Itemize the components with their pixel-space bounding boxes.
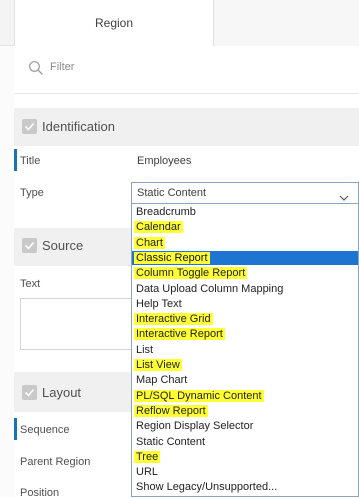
- filter-input[interactable]: Filter: [50, 61, 74, 73]
- dropdown-option[interactable]: Interactive Report: [134, 327, 225, 341]
- dropdown-option[interactable]: Region Display Selector: [136, 419, 253, 433]
- dropdown-option[interactable]: URL: [136, 465, 158, 479]
- dropdown-option-label: Interactive Grid: [134, 313, 213, 326]
- dropdown-option-label: Region Display Selector: [136, 420, 254, 433]
- tab-empty: [215, 0, 359, 46]
- dropdown-option[interactable]: List View: [134, 358, 182, 372]
- dropdown-option[interactable]: Tree: [134, 450, 161, 464]
- dropdown-option[interactable]: Map Chart: [136, 373, 187, 387]
- divider: [14, 93, 359, 94]
- group-source-label: Source: [42, 238, 84, 253]
- dropdown-option-label: Reflow Report: [134, 404, 208, 417]
- dropdown-option[interactable]: Classic Report: [132, 250, 358, 265]
- dropdown-option-label: Column Toggle Report: [134, 267, 248, 280]
- text-label: Text: [20, 278, 41, 290]
- collapse-checkbox-icon[interactable]: [22, 238, 37, 253]
- dropdown-option[interactable]: List: [136, 343, 153, 357]
- search-icon: [28, 60, 44, 76]
- dropdown-option-label: Classic Report: [134, 251, 210, 264]
- dropdown-option-label: Map Chart: [136, 374, 188, 387]
- active-indicator: [14, 149, 17, 171]
- sequence-label: Sequence: [20, 424, 70, 436]
- dropdown-option[interactable]: Reflow Report: [134, 404, 208, 418]
- group-identification-label: Identification: [42, 119, 115, 134]
- dropdown-option[interactable]: Calendar: [134, 220, 183, 234]
- left-gutter: [0, 46, 14, 497]
- dropdown-option-label: List View: [134, 359, 182, 371]
- dropdown-option[interactable]: PL/SQL Dynamic Content: [134, 389, 264, 403]
- position-label: Position: [20, 487, 60, 499]
- type-label: Type: [20, 187, 44, 199]
- dropdown-option-label: URL: [136, 466, 159, 479]
- type-dropdown-list[interactable]: Breadcrumb Calendar Chart Classic Report Col…: [131, 204, 359, 497]
- title-label: Title: [20, 155, 41, 167]
- dropdown-option[interactable]: Column Toggle Report: [134, 266, 248, 280]
- dropdown-option[interactable]: Show Legacy/Unsupported...: [136, 480, 277, 494]
- parent-region-label: Parent Region: [20, 456, 91, 468]
- tab-region[interactable]: Region: [14, 0, 214, 46]
- type-select-value: Static Content: [137, 187, 207, 199]
- title-field[interactable]: Employees: [137, 155, 191, 167]
- dropdown-option-label: Chart: [134, 236, 165, 249]
- dropdown-option-label: List: [136, 343, 154, 356]
- dropdown-option-label: Help Text: [136, 297, 182, 310]
- dropdown-option-label: PL/SQL Dynamic Content: [134, 389, 264, 402]
- dropdown-option-label: Breadcrumb: [136, 206, 196, 218]
- dropdown-option-label: Show Legacy/Unsupported...: [136, 481, 278, 494]
- dropdown-option[interactable]: Breadcrumb: [136, 205, 196, 219]
- dropdown-option[interactable]: Chart: [134, 236, 165, 250]
- dropdown-option-label: Static Content: [136, 435, 206, 448]
- dropdown-option[interactable]: Static Content: [136, 435, 205, 449]
- dropdown-option-label: Data Upload Column Mapping: [136, 282, 284, 295]
- dropdown-option[interactable]: Help Text: [136, 297, 182, 311]
- chevron-down-icon[interactable]: [339, 189, 349, 201]
- dropdown-option[interactable]: Data Upload Column Mapping: [136, 282, 283, 296]
- group-layout-label: Layout: [42, 385, 82, 400]
- active-indicator: [14, 418, 17, 440]
- dropdown-option-label: Calendar: [134, 221, 183, 234]
- collapse-checkbox-icon[interactable]: [22, 119, 37, 134]
- dropdown-option[interactable]: Interactive Grid: [134, 312, 213, 326]
- dropdown-option-label: Interactive Report: [134, 328, 225, 341]
- collapse-checkbox-icon[interactable]: [22, 385, 37, 400]
- dropdown-option-label: Tree: [134, 450, 161, 463]
